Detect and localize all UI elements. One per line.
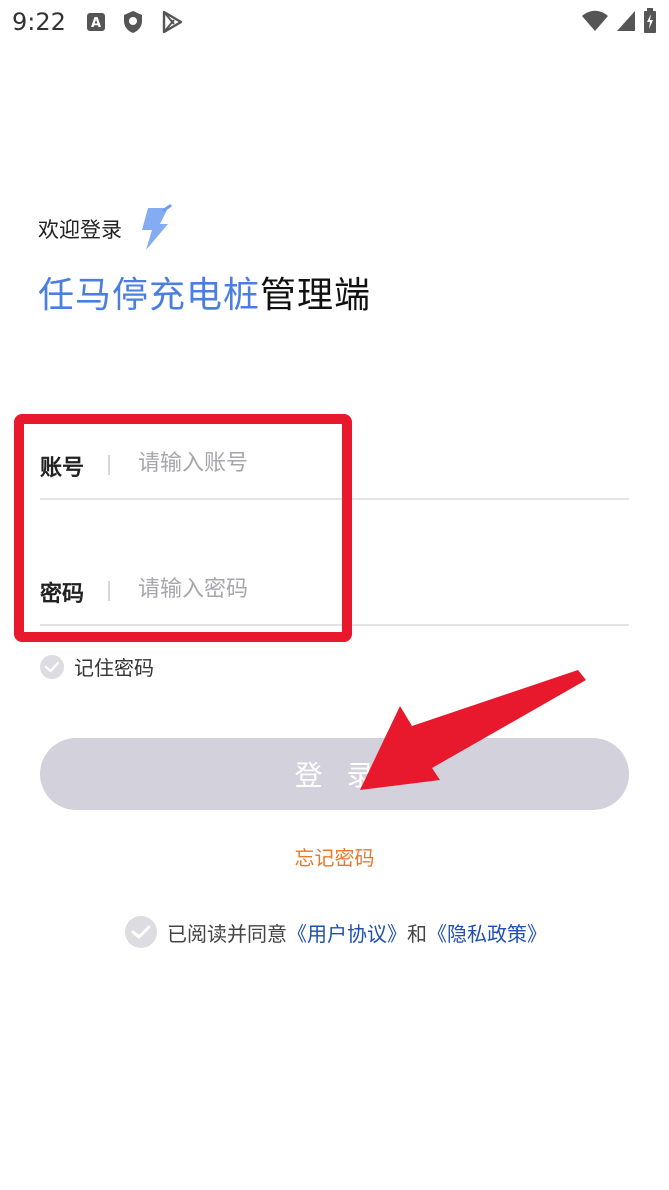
text-a-icon: A	[86, 12, 106, 36]
password-field: 密码	[40, 554, 629, 626]
status-time: 9:22	[12, 8, 66, 36]
status-icons-right	[581, 8, 657, 38]
agreement-conjunction: 和	[407, 921, 427, 946]
battery-icon	[643, 8, 657, 38]
app-title-rest: 管理端	[260, 275, 372, 316]
status-icons-left: A	[86, 10, 184, 38]
remember-password-label: 记住密码	[74, 656, 154, 680]
privacy-policy-link[interactable]: 《隐私政策》	[427, 922, 547, 946]
shield-icon	[122, 10, 144, 38]
agree-check-circle-icon[interactable]	[125, 916, 157, 948]
password-label: 密码	[40, 582, 85, 607]
forgot-password-link[interactable]: 忘记密码	[0, 842, 669, 871]
field-divider	[108, 455, 110, 475]
app-title: 任马停充电桩管理端	[38, 266, 371, 318]
app-title-accent: 任马停充电桩	[38, 275, 261, 316]
agreement-prefix: 已阅读并同意	[167, 921, 287, 946]
account-input[interactable]	[136, 442, 620, 484]
play-store-icon	[160, 10, 184, 38]
account-label: 账号	[40, 456, 85, 481]
field-divider	[108, 581, 110, 601]
wifi-icon	[581, 9, 609, 37]
check-circle-icon[interactable]	[40, 654, 64, 679]
login-button[interactable]: 登录	[40, 738, 629, 810]
lightning-icon	[134, 204, 178, 256]
status-bar: 9:22 A	[0, 0, 669, 46]
user-agreement-link[interactable]: 《用户协议》	[287, 922, 407, 946]
svg-text:A: A	[91, 16, 101, 31]
signal-icon	[615, 9, 637, 37]
password-input[interactable]	[136, 568, 620, 610]
remember-password-toggle[interactable]: 记住密码	[40, 652, 154, 681]
welcome-text: 欢迎登录	[38, 218, 122, 242]
account-field: 账号	[40, 428, 629, 500]
agreement-row: 已阅读并同意《用户协议》和《隐私政策》	[125, 916, 547, 948]
